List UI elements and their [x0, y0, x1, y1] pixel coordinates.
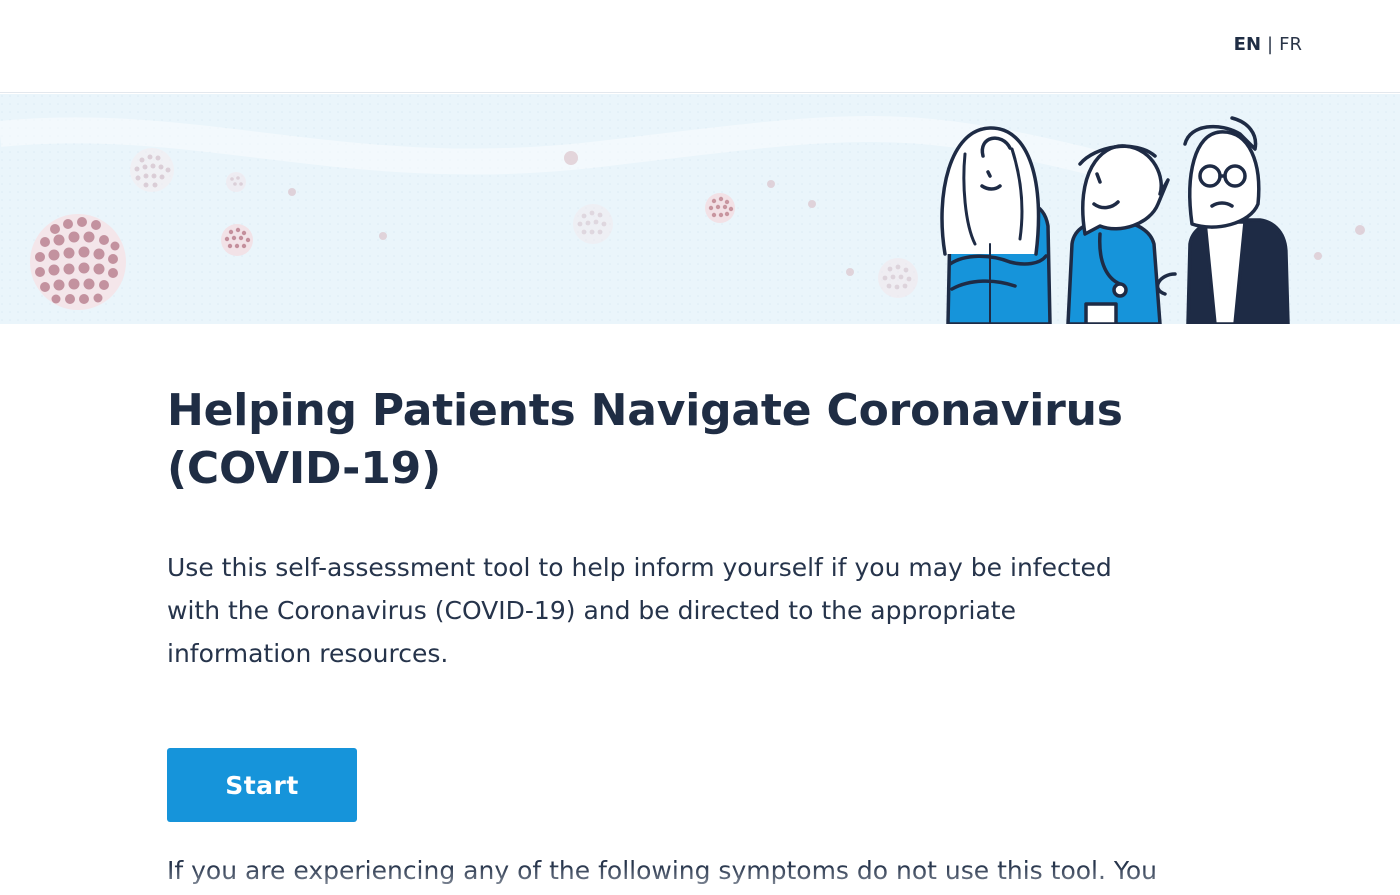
start-button[interactable]: Start — [167, 748, 357, 822]
lang-fr-link[interactable]: FR — [1279, 34, 1302, 55]
banner-illustration — [0, 94, 1400, 324]
virus-icon — [878, 258, 918, 298]
people-illustration — [940, 116, 1290, 324]
intro-paragraph: Use this self-assessment tool to help in… — [167, 553, 1112, 668]
virus-icon — [226, 172, 246, 192]
virus-icon — [705, 193, 735, 223]
lang-separator: | — [1267, 34, 1274, 55]
virus-icon — [30, 214, 126, 310]
virus-icon — [130, 148, 174, 192]
language-switcher: EN | FR — [1234, 34, 1302, 55]
virus-icon — [573, 204, 613, 244]
top-bar: EN | FR — [0, 0, 1400, 93]
hero-banner — [0, 94, 1400, 324]
virus-icon — [221, 224, 253, 256]
lang-en-link[interactable]: EN — [1234, 34, 1261, 55]
page-title: Helping Patients Navigate Coronavirus (C… — [167, 385, 1123, 494]
warning-paragraph: If you are experiencing any of the follo… — [167, 856, 1157, 885]
